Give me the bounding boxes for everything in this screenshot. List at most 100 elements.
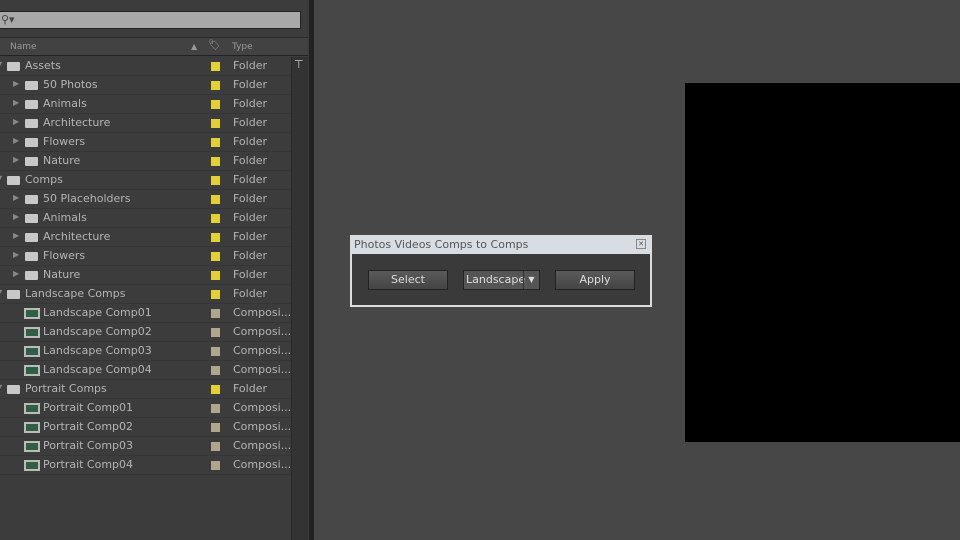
collapsed-triangle-icon[interactable]: ▶	[13, 155, 19, 164]
label-color[interactable]	[211, 423, 220, 432]
item-name: Portrait Comp04	[43, 458, 134, 471]
collapsed-triangle-icon[interactable]: ▶	[13, 193, 19, 202]
label-tag-icon[interactable]: 🏷	[208, 40, 221, 51]
orientation-dropdown[interactable]: Landscape ▼	[463, 270, 540, 290]
collapsed-triangle-icon[interactable]: ▶	[13, 212, 19, 221]
collapsed-triangle-icon[interactable]: ▶	[13, 231, 19, 240]
label-color[interactable]	[211, 309, 220, 318]
label-color[interactable]	[211, 366, 220, 375]
label-color[interactable]	[211, 233, 220, 242]
item-type: Folder	[233, 173, 267, 186]
label-color[interactable]	[211, 176, 220, 185]
label-color[interactable]	[211, 157, 220, 166]
composition-icon	[24, 403, 40, 414]
list-item[interactable]: ▶ 50 Photos Folder	[0, 76, 291, 95]
label-color[interactable]	[211, 404, 220, 413]
item-name: Architecture	[43, 230, 111, 243]
item-name: Nature	[43, 154, 81, 167]
list-item[interactable]: ▼ Assets Folder	[0, 57, 291, 76]
item-type: Composi...	[233, 344, 292, 357]
folder-icon	[25, 157, 38, 166]
item-name: Portrait Comp03	[43, 439, 134, 452]
list-item[interactable]: ▼ Comps Folder	[0, 171, 291, 190]
label-color[interactable]	[211, 62, 220, 71]
collapsed-triangle-icon[interactable]: ▶	[13, 79, 19, 88]
list-item[interactable]: ▶ Animals Folder	[0, 95, 291, 114]
list-item[interactable]: ▶ 50 Placeholders Folder	[0, 190, 291, 209]
list-item[interactable]: Landscape Comp04 Composi...	[0, 361, 291, 380]
item-name: Landscape Comp01	[43, 306, 152, 319]
list-item[interactable]: Landscape Comp03 Composi...	[0, 342, 291, 361]
folder-icon	[7, 290, 20, 299]
list-item[interactable]: ▶ Nature Folder	[0, 266, 291, 285]
select-button[interactable]: Select	[368, 270, 448, 290]
list-item[interactable]: Portrait Comp04 Composi...	[0, 456, 291, 475]
column-type[interactable]: Type	[232, 42, 253, 52]
label-color[interactable]	[211, 195, 220, 204]
composition-icon	[24, 327, 40, 338]
list-item[interactable]: ▼ Landscape Comps Folder	[0, 285, 291, 304]
label-color[interactable]	[211, 461, 220, 470]
collapsed-triangle-icon[interactable]: ▶	[13, 136, 19, 145]
label-color[interactable]	[211, 100, 220, 109]
label-color[interactable]	[211, 81, 220, 90]
list-item[interactable]: ▶ Architecture Folder	[0, 228, 291, 247]
list-item[interactable]: ▶ Nature Folder	[0, 152, 291, 171]
sort-arrow-icon[interactable]: ▲	[191, 42, 197, 51]
label-color[interactable]	[211, 271, 220, 280]
label-color[interactable]	[211, 138, 220, 147]
collapsed-triangle-icon[interactable]: ▶	[13, 269, 19, 278]
list-item[interactable]: ▶ Architecture Folder	[0, 114, 291, 133]
collapsed-triangle-icon[interactable]: ▶	[13, 98, 19, 107]
label-color[interactable]	[211, 290, 220, 299]
item-type: Folder	[233, 116, 267, 129]
list-item[interactable]: Landscape Comp01 Composi...	[0, 304, 291, 323]
label-color[interactable]	[211, 119, 220, 128]
item-type: Folder	[233, 78, 267, 91]
scrollbar[interactable]: ⊤	[291, 57, 308, 540]
composition-viewer[interactable]	[685, 83, 960, 442]
collapsed-triangle-icon[interactable]: ▶	[13, 117, 19, 126]
close-icon[interactable]: ✕	[636, 239, 646, 249]
item-type: Composi...	[233, 325, 292, 338]
folder-icon	[7, 62, 20, 71]
item-name: Assets	[25, 59, 61, 72]
flowchart-icon[interactable]: ⊤	[294, 58, 304, 71]
label-color[interactable]	[211, 385, 220, 394]
label-color[interactable]	[211, 347, 220, 356]
panel-divider[interactable]	[309, 0, 314, 540]
label-color[interactable]	[211, 442, 220, 451]
list-item[interactable]: Landscape Comp02 Composi...	[0, 323, 291, 342]
item-type: Folder	[233, 211, 267, 224]
composition-icon	[24, 346, 40, 357]
expanded-triangle-icon[interactable]: ▼	[0, 288, 2, 297]
folder-icon	[7, 176, 20, 185]
list-item[interactable]: ▼ Portrait Comps Folder	[0, 380, 291, 399]
list-item[interactable]: Portrait Comp02 Composi...	[0, 418, 291, 437]
item-name: Landscape Comp02	[43, 325, 152, 338]
column-name[interactable]: Name	[10, 42, 37, 52]
list-item[interactable]: ▶ Flowers Folder	[0, 247, 291, 266]
item-name: 50 Placeholders	[43, 192, 131, 205]
list-item[interactable]: Portrait Comp03 Composi...	[0, 437, 291, 456]
folder-icon	[7, 385, 20, 394]
list-item[interactable]: Portrait Comp01 Composi...	[0, 399, 291, 418]
apply-button[interactable]: Apply	[555, 270, 635, 290]
label-color[interactable]	[211, 214, 220, 223]
expanded-triangle-icon[interactable]: ▼	[0, 60, 2, 69]
expanded-triangle-icon[interactable]: ▼	[0, 383, 2, 392]
chevron-down-icon[interactable]: ▼	[523, 271, 539, 289]
search-input[interactable]: ⚲▾	[0, 11, 301, 29]
composition-icon	[24, 460, 40, 471]
collapsed-triangle-icon[interactable]: ▶	[13, 250, 19, 259]
item-type: Composi...	[233, 458, 292, 471]
list-item[interactable]: ▶ Animals Folder	[0, 209, 291, 228]
expanded-triangle-icon[interactable]: ▼	[0, 174, 2, 183]
list-item[interactable]: ▶ Flowers Folder	[0, 133, 291, 152]
dialog-title: Photos Videos Comps to Comps	[352, 237, 650, 254]
label-color[interactable]	[211, 252, 220, 261]
label-color[interactable]	[211, 328, 220, 337]
item-type: Folder	[233, 230, 267, 243]
item-type: Folder	[233, 192, 267, 205]
item-type: Composi...	[233, 439, 292, 452]
